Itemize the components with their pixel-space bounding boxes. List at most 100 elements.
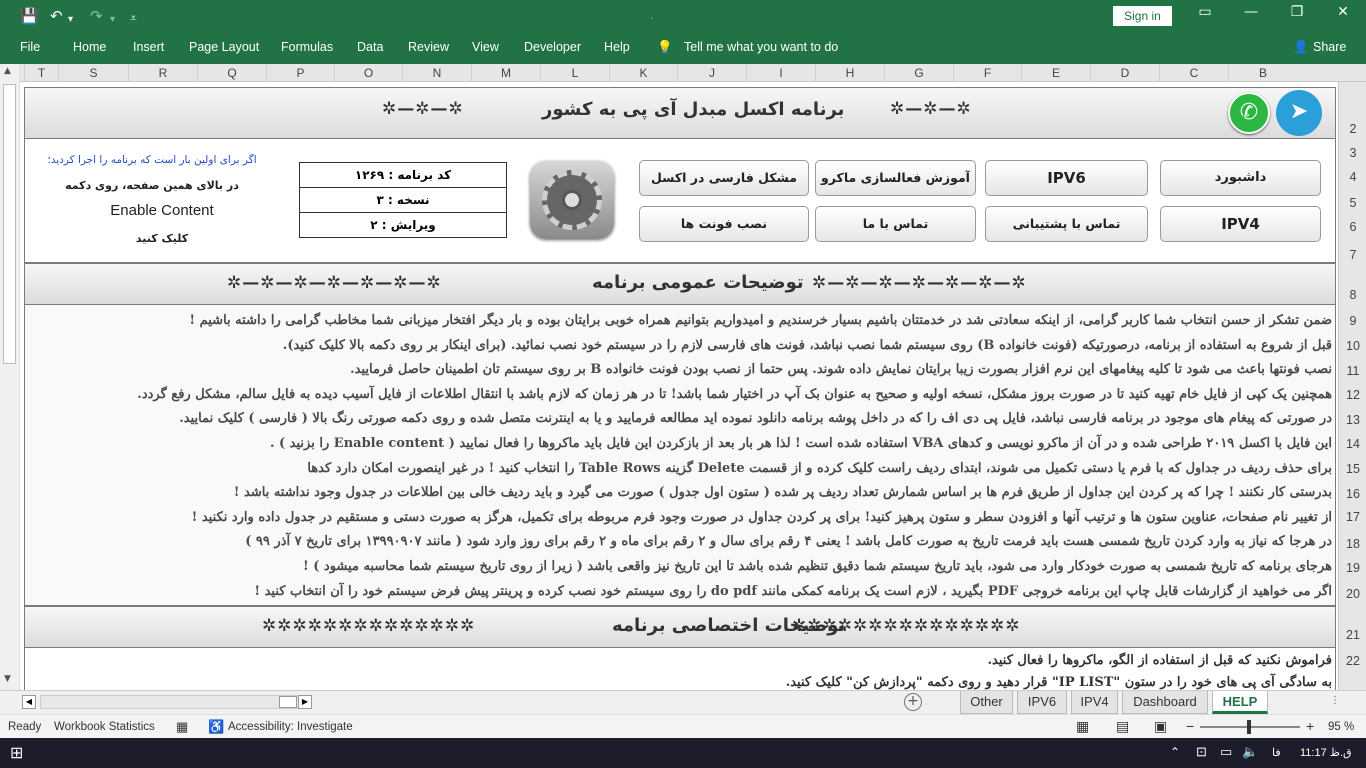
- windows-start-icon[interactable]: ⊞: [10, 743, 23, 763]
- scroll-thumb[interactable]: [3, 84, 16, 364]
- menu-insert[interactable]: Insert: [133, 40, 164, 54]
- column-header[interactable]: C: [1159, 64, 1228, 82]
- support-button[interactable]: تماس با پشتیبانی: [985, 206, 1148, 242]
- tab-scroll-icon[interactable]: ⋮: [1330, 695, 1340, 706]
- row-header[interactable]: 20: [1339, 587, 1366, 601]
- column-header[interactable]: B: [1228, 64, 1297, 82]
- row-header[interactable]: 10: [1339, 339, 1366, 353]
- zoom-slider-thumb[interactable]: [1247, 720, 1251, 734]
- column-header[interactable]: M: [471, 64, 540, 82]
- customize-toolbar-icon[interactable]: ⩡: [130, 8, 137, 28]
- column-header[interactable]: T: [24, 64, 58, 82]
- hscroll-left-icon[interactable]: ◀: [22, 695, 36, 709]
- row-header[interactable]: 16: [1339, 487, 1366, 501]
- volume-icon[interactable]: 🔈: [1242, 744, 1258, 760]
- ribbon-display-icon[interactable]: ▭: [1182, 4, 1228, 20]
- telegram-icon[interactable]: ➤: [1276, 90, 1322, 136]
- accessibility-icon[interactable]: ♿: [208, 719, 224, 735]
- tab-help[interactable]: HELP: [1212, 691, 1268, 714]
- zoom-slider[interactable]: [1200, 720, 1300, 734]
- vertical-scrollbar[interactable]: ▲ ▼: [0, 64, 20, 690]
- menu-page-layout[interactable]: Page Layout: [189, 40, 259, 54]
- column-header[interactable]: E: [1021, 64, 1090, 82]
- row-header[interactable]: 7: [1339, 248, 1366, 262]
- column-header[interactable]: F: [953, 64, 1021, 82]
- menu-help[interactable]: Help: [604, 40, 630, 54]
- row-header[interactable]: 22: [1339, 654, 1366, 668]
- ipv6-button[interactable]: IPV6: [985, 160, 1148, 196]
- contact-us-button[interactable]: تماس با ما: [815, 206, 976, 242]
- row-header[interactable]: 11: [1339, 364, 1366, 378]
- menu-review[interactable]: Review: [408, 40, 449, 54]
- column-header[interactable]: D: [1090, 64, 1159, 82]
- row-header[interactable]: 18: [1339, 537, 1366, 551]
- undo-icon[interactable]: ↶: [50, 6, 63, 26]
- row-header[interactable]: 3: [1339, 146, 1366, 160]
- row-header[interactable]: 8: [1339, 288, 1366, 302]
- save-icon[interactable]: 💾: [20, 6, 39, 26]
- column-header[interactable]: O: [334, 64, 402, 82]
- menu-developer[interactable]: Developer: [524, 40, 581, 54]
- column-header[interactable]: P: [266, 64, 334, 82]
- battery-icon[interactable]: ▭: [1220, 744, 1232, 760]
- add-sheet-icon[interactable]: +: [904, 693, 922, 711]
- dashboard-button[interactable]: داشبورد: [1160, 160, 1321, 196]
- menu-view[interactable]: View: [472, 40, 499, 54]
- macro-training-button[interactable]: آموزش فعالسازی ماکرو: [815, 160, 976, 196]
- network-icon[interactable]: ⊡: [1196, 744, 1207, 760]
- column-header[interactable]: G: [884, 64, 953, 82]
- column-header[interactable]: S: [58, 64, 128, 82]
- row-header[interactable]: 15: [1339, 462, 1366, 476]
- column-header[interactable]: K: [609, 64, 677, 82]
- row-header[interactable]: 12: [1339, 388, 1366, 402]
- zoom-out-icon[interactable]: −: [1186, 718, 1194, 734]
- macro-record-icon[interactable]: ▦: [176, 719, 188, 735]
- whatsapp-icon[interactable]: ✆: [1228, 92, 1270, 134]
- persian-problem-button[interactable]: مشکل فارسی در اکسل: [639, 160, 809, 196]
- row-header[interactable]: 6: [1339, 220, 1366, 234]
- row-header[interactable]: 14: [1339, 437, 1366, 451]
- page-layout-view-icon[interactable]: ▤: [1116, 718, 1129, 735]
- column-header[interactable]: N: [402, 64, 471, 82]
- accessibility-status[interactable]: Accessibility: Investigate: [228, 721, 353, 733]
- column-header[interactable]: R: [128, 64, 197, 82]
- menu-data[interactable]: Data: [357, 40, 383, 54]
- restore-icon[interactable]: ❐: [1274, 4, 1320, 20]
- row-header[interactable]: 21: [1339, 628, 1366, 642]
- tab-dashboard[interactable]: Dashboard: [1122, 691, 1208, 714]
- hscroll-thumb[interactable]: [279, 696, 297, 708]
- tab-other[interactable]: Other: [960, 691, 1013, 714]
- menu-file[interactable]: File: [20, 40, 40, 54]
- language-indicator[interactable]: فا: [1272, 746, 1281, 759]
- install-fonts-button[interactable]: نصب فونت ها: [639, 206, 809, 242]
- column-header[interactable]: I: [746, 64, 815, 82]
- redo-icon[interactable]: ↷: [90, 6, 103, 26]
- tab-ipv4[interactable]: IPV4: [1071, 691, 1118, 714]
- ipv4-button[interactable]: IPV4: [1160, 206, 1321, 242]
- page-break-view-icon[interactable]: ▣: [1154, 718, 1167, 735]
- row-header[interactable]: 2: [1339, 122, 1366, 136]
- minimize-icon[interactable]: —: [1228, 4, 1274, 20]
- settings-gear-icon[interactable]: [530, 161, 614, 239]
- row-header[interactable]: 17: [1339, 510, 1366, 524]
- horizontal-scrollbar[interactable]: [40, 695, 310, 709]
- row-header[interactable]: 9: [1339, 314, 1366, 328]
- clock[interactable]: 11:17 ق.ظ: [1300, 746, 1352, 759]
- row-header[interactable]: 5: [1339, 196, 1366, 210]
- column-header[interactable]: L: [540, 64, 609, 82]
- hscroll-right-icon[interactable]: ▶: [298, 695, 312, 709]
- workbook-statistics[interactable]: Workbook Statistics: [54, 721, 155, 733]
- scroll-down-icon[interactable]: ▼: [4, 674, 11, 684]
- tell-me-search[interactable]: Tell me what you want to do: [684, 40, 838, 54]
- column-header[interactable]: Q: [197, 64, 266, 82]
- tray-chevron-icon[interactable]: ⌃: [1170, 745, 1180, 759]
- row-header[interactable]: 19: [1339, 561, 1366, 575]
- column-header[interactable]: J: [677, 64, 746, 82]
- share-button[interactable]: Share: [1313, 40, 1346, 54]
- zoom-in-icon[interactable]: +: [1306, 718, 1314, 734]
- normal-view-icon[interactable]: ▦: [1076, 718, 1089, 735]
- tab-ipv6[interactable]: IPV6: [1017, 691, 1067, 714]
- close-icon[interactable]: ✕: [1320, 4, 1366, 20]
- zoom-level[interactable]: 95 %: [1328, 721, 1354, 733]
- scroll-up-icon[interactable]: ▲: [4, 66, 11, 76]
